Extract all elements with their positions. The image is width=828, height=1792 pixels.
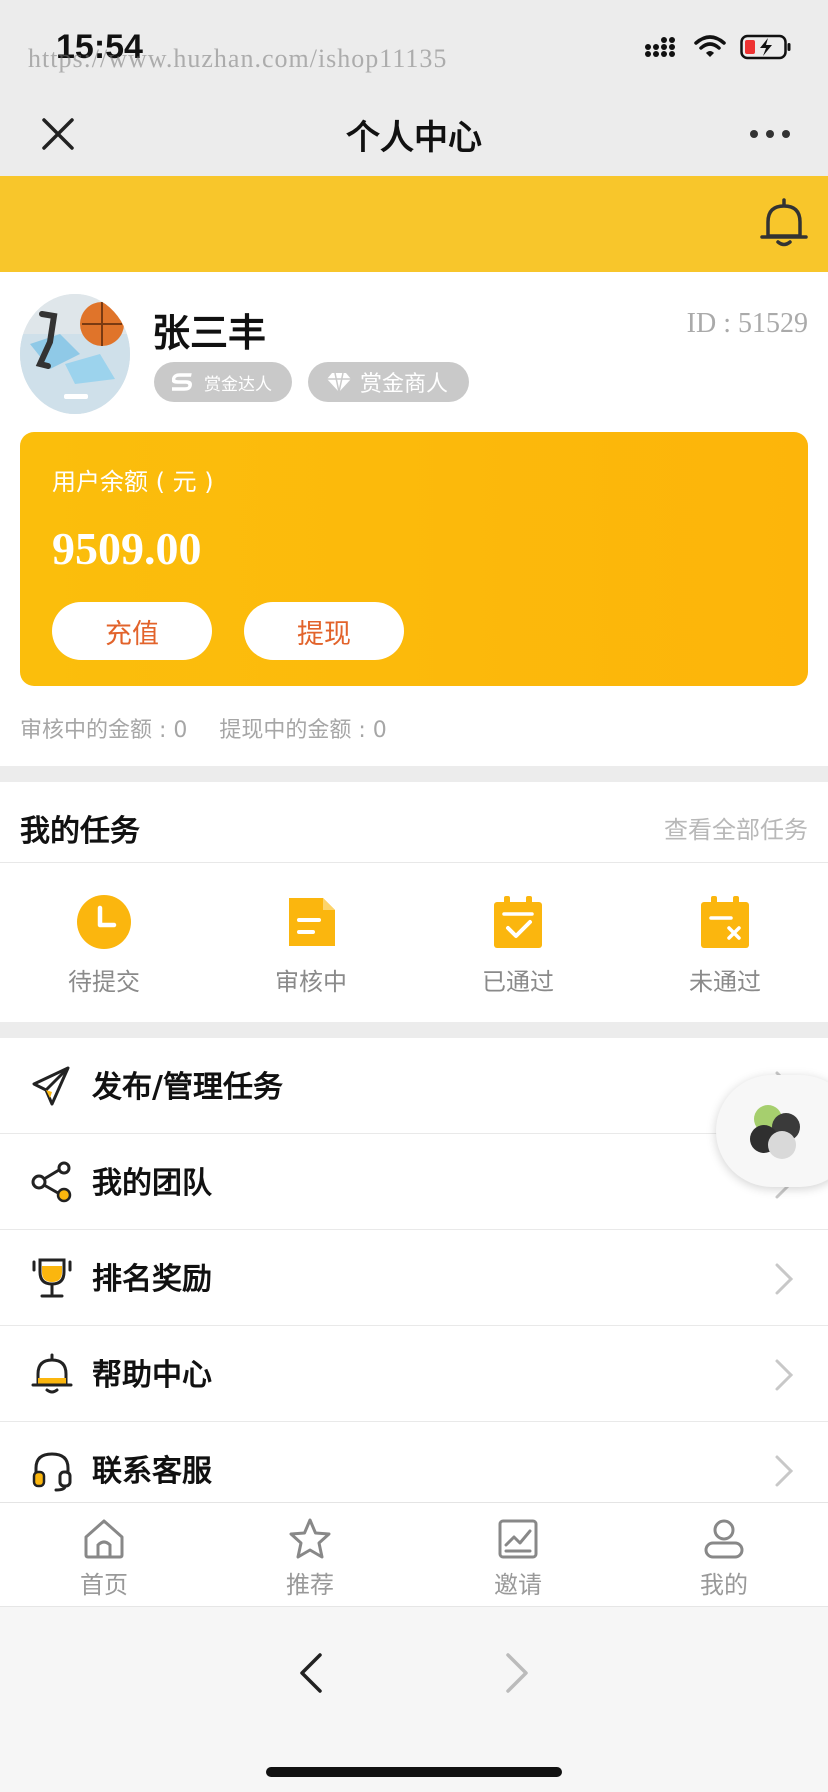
status-bar: 15:54 https://www.huzhan.com/ishop11135: [0, 0, 828, 96]
chevron-right-icon: [775, 1455, 794, 1487]
menu-list: 发布/管理任务 我的团队 排名奖励 帮助中心 联系客服: [0, 1038, 828, 1504]
view-all-tasks-link[interactable]: 查看全部任务: [664, 810, 808, 845]
clock-icon: [77, 895, 131, 949]
notification-bell-icon[interactable]: [758, 196, 810, 250]
pending-amounts: 审核中的金额 : 0 提现中的金额 : 0: [20, 712, 387, 744]
menu-label: 帮助中心: [92, 1358, 212, 1393]
balance-amount: 9509.00: [52, 523, 202, 574]
user-id: ID : 51529: [686, 308, 808, 339]
profile-section: 张三丰 ID : 51529 赏金达人 赏金商人 用户余额 ( 元 ) 9509…: [0, 272, 828, 766]
nav-bar: 个人中心: [0, 96, 828, 176]
divider: [0, 862, 828, 863]
review-amount-text: 审核中的金额 : 0: [20, 718, 188, 743]
withdraw-button[interactable]: 提现: [244, 602, 404, 660]
chevron-right-icon: [775, 1359, 794, 1391]
tab-invite[interactable]: 邀请: [458, 1517, 578, 1601]
task-approved[interactable]: 已通过: [448, 894, 588, 1004]
badge-label: 赏金商人: [360, 372, 449, 397]
menu-item-help-center[interactable]: 帮助中心: [0, 1326, 828, 1422]
diamond-icon: [327, 372, 351, 393]
flower-logo-icon: [750, 1105, 800, 1159]
s-logo-icon: [172, 373, 192, 391]
badge-bounty-expert: 赏金达人: [154, 362, 292, 402]
document-icon: [289, 898, 335, 946]
badge-label: 赏金达人: [204, 374, 272, 395]
menu-label: 排名奖励: [92, 1262, 212, 1297]
withdraw-amount-text: 提现中的金额 : 0: [219, 718, 387, 743]
avatar[interactable]: [20, 294, 130, 414]
user-icon: [704, 1519, 744, 1559]
home-indicator: [266, 1767, 562, 1777]
balance-card: 用户余额 ( 元 ) 9509.00 充值 提现: [20, 432, 808, 686]
back-arrow-icon[interactable]: [296, 1649, 326, 1697]
star-icon: [289, 1518, 331, 1559]
menu-item-my-team[interactable]: 我的团队: [0, 1134, 828, 1230]
task-under-review[interactable]: 审核中: [241, 894, 381, 1004]
headset-icon: [32, 1452, 72, 1492]
tab-recommend[interactable]: 推荐: [250, 1517, 370, 1601]
page-title: 个人中心: [346, 118, 482, 158]
home-icon: [84, 1519, 124, 1559]
chart-icon: [498, 1519, 538, 1559]
tab-mine[interactable]: 我的: [664, 1517, 784, 1601]
menu-label: 联系客服: [92, 1454, 212, 1489]
balance-label: 用户余额 ( 元 ): [52, 468, 214, 496]
tasks-title: 我的任务: [20, 814, 140, 849]
task-label: 未通过: [689, 968, 761, 996]
share-icon: [31, 1161, 72, 1203]
signal-icon: [645, 37, 675, 57]
avatar-image: [20, 294, 130, 414]
bottom-tab-bar: 首页 推荐 邀请 我的: [0, 1502, 828, 1606]
more-options-icon[interactable]: [748, 122, 792, 146]
app-screen: 15:54 https://www.huzhan.com/ishop11135: [0, 0, 828, 1792]
task-label: 审核中: [275, 968, 347, 996]
recharge-button[interactable]: 充值: [52, 602, 212, 660]
status-icons: [644, 34, 792, 60]
forward-arrow-icon[interactable]: [502, 1649, 532, 1697]
wifi-icon: [694, 35, 726, 57]
task-rejected[interactable]: 未通过: [655, 894, 795, 1004]
menu-item-ranking-rewards[interactable]: 排名奖励: [0, 1230, 828, 1326]
my-tasks-section: 我的任务 查看全部任务 待提交 审核中 已通过 未通过: [0, 782, 828, 1022]
header-banner: [0, 176, 828, 272]
x-clipboard-icon: [701, 896, 749, 948]
menu-label: 我的团队: [92, 1166, 212, 1201]
tab-home[interactable]: 首页: [44, 1517, 164, 1601]
menu-item-publish-tasks[interactable]: 发布/管理任务: [0, 1038, 828, 1134]
chevron-right-icon: [775, 1263, 794, 1295]
tab-label: 推荐: [286, 1571, 334, 1599]
menu-label: 发布/管理任务: [92, 1070, 283, 1105]
task-label: 待提交: [68, 968, 140, 996]
floating-action-button[interactable]: [716, 1075, 828, 1187]
trophy-icon: [32, 1258, 72, 1298]
tab-label: 首页: [80, 1571, 128, 1599]
check-clipboard-icon: [494, 896, 542, 948]
tab-label: 邀请: [494, 1571, 542, 1599]
paper-plane-icon: [32, 1066, 70, 1106]
battery-icon: [740, 34, 791, 60]
tab-label: 我的: [700, 1571, 748, 1599]
task-label: 已通过: [482, 968, 554, 996]
browser-toolbar: [0, 1606, 828, 1792]
watermark-text: https://www.huzhan.com/ishop11135: [28, 44, 448, 73]
badge-bounty-merchant: 赏金商人: [308, 362, 469, 402]
help-bell-icon: [31, 1353, 73, 1394]
task-pending-submit[interactable]: 待提交: [34, 894, 174, 1004]
user-name: 张三丰: [152, 311, 267, 355]
